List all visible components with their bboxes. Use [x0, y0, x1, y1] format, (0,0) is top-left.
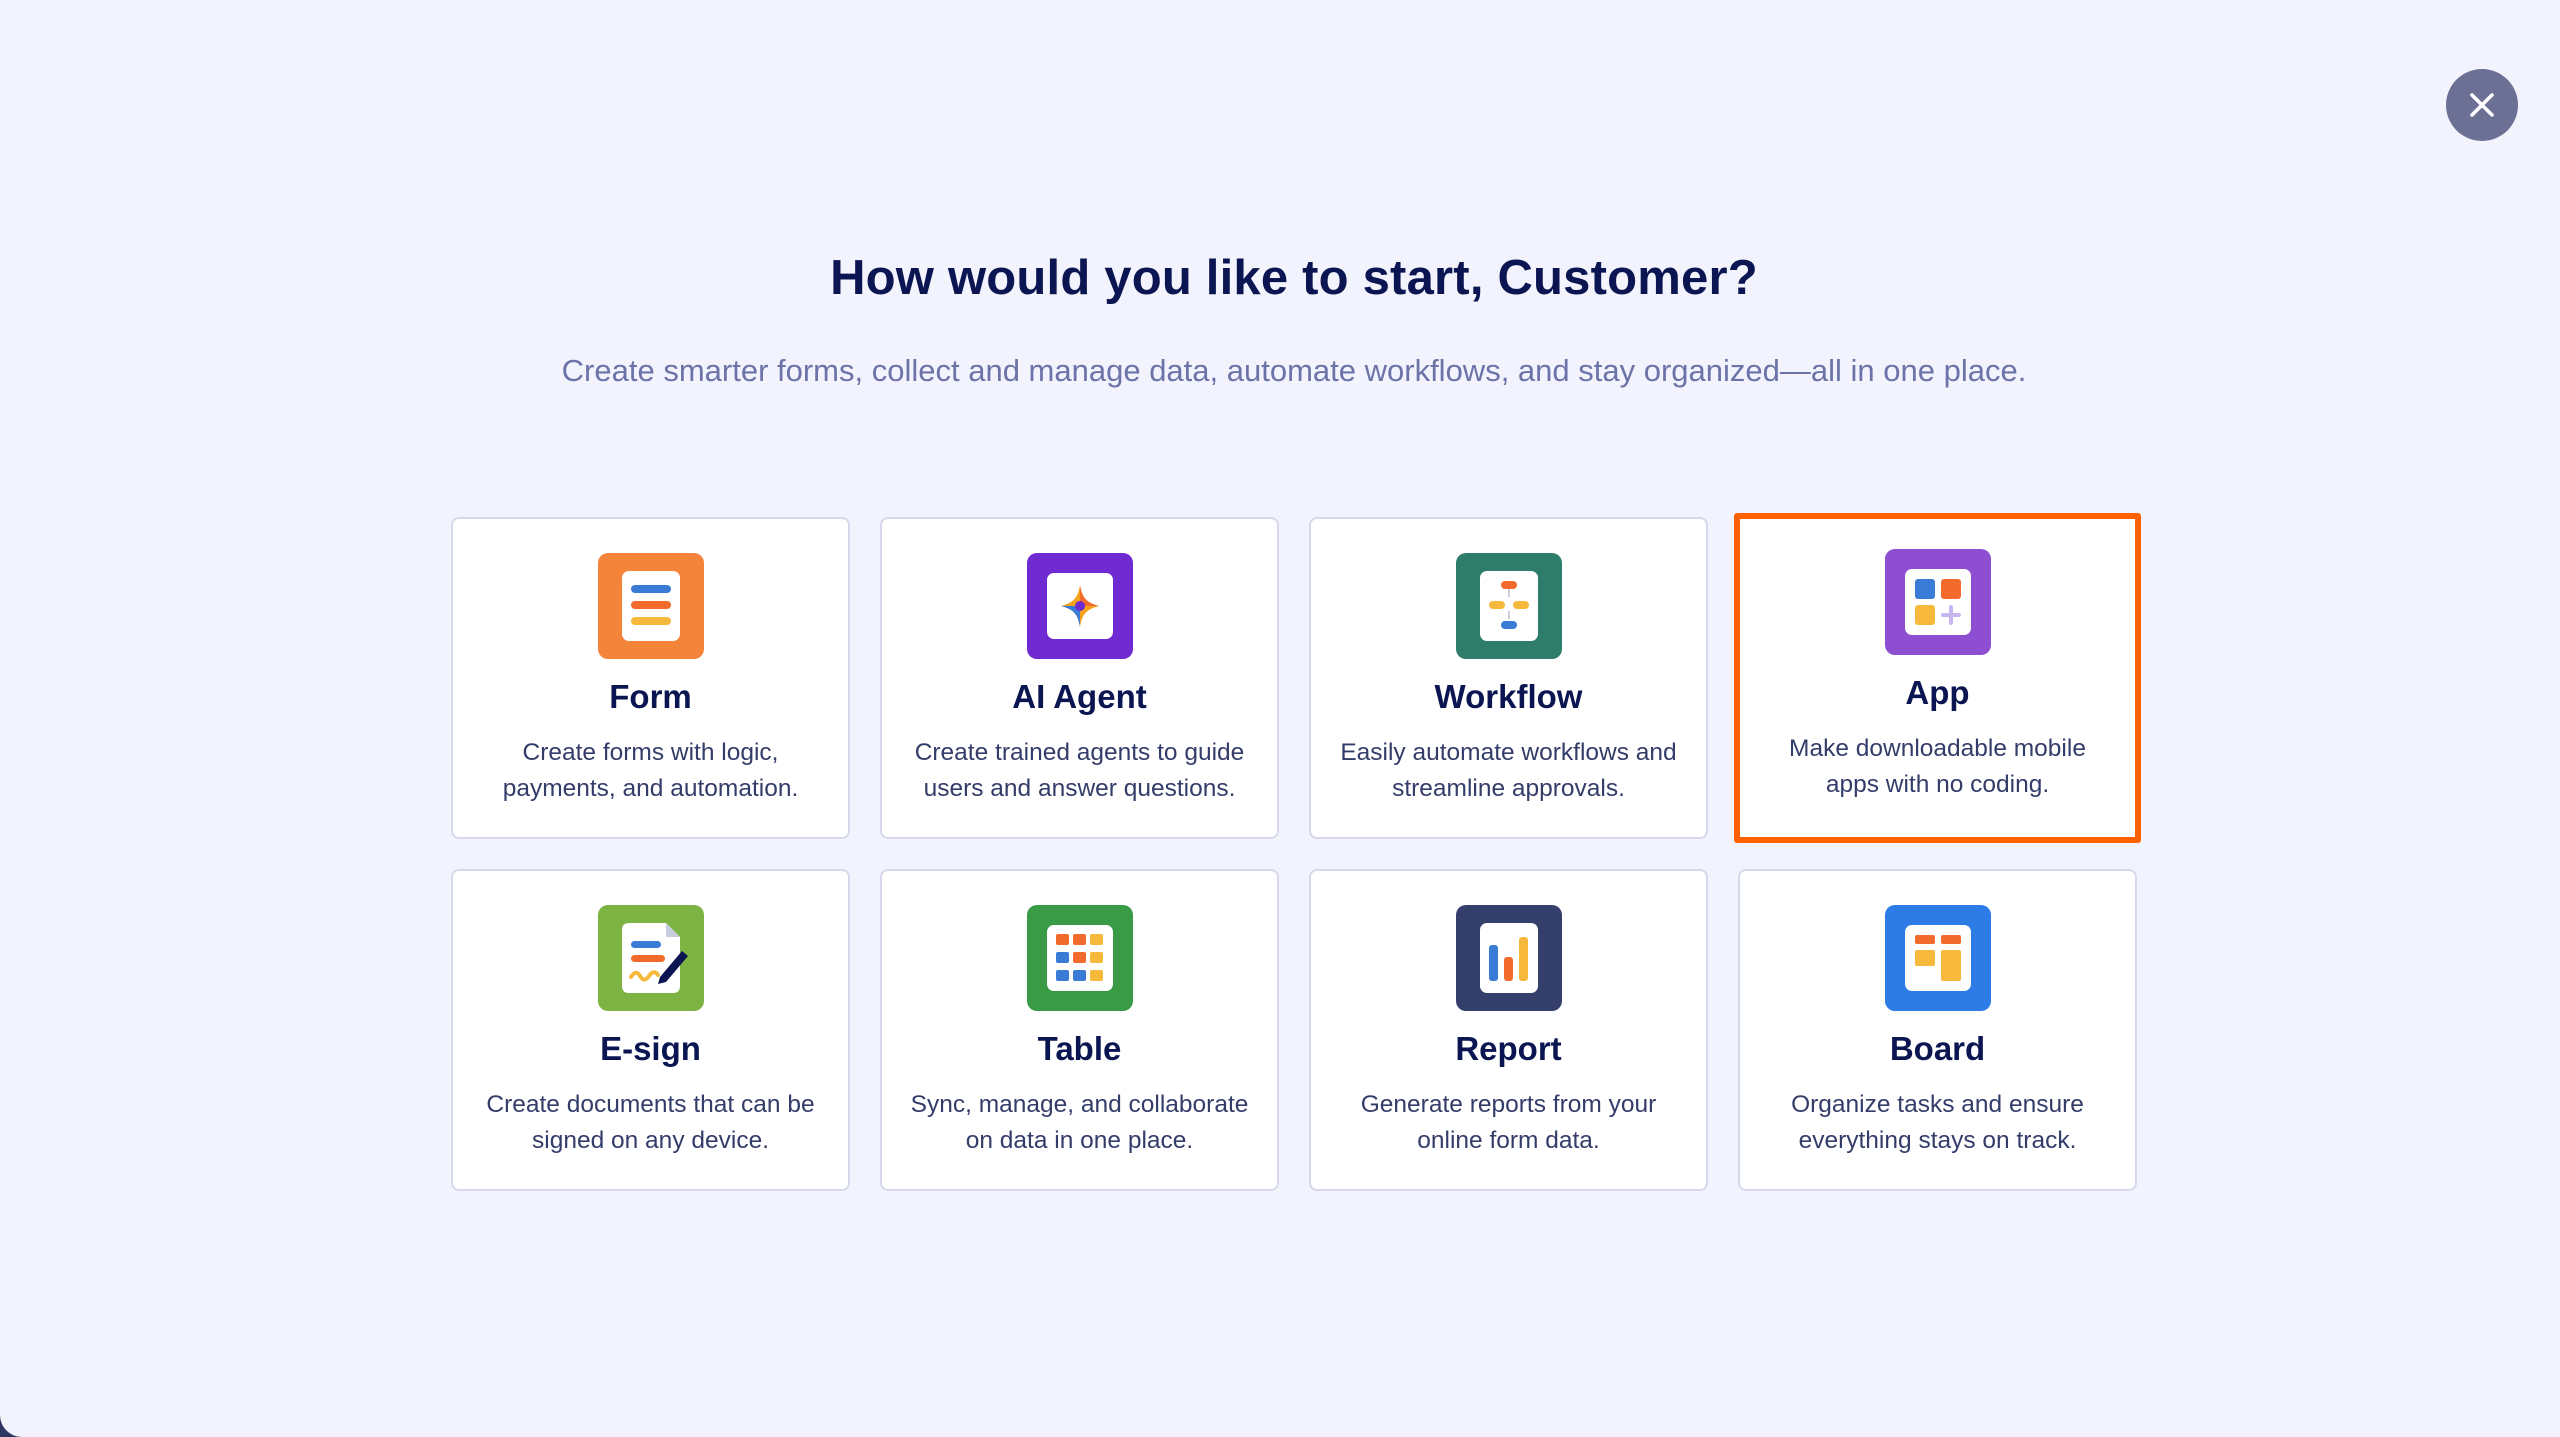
option-card-report[interactable]: Report Generate reports from your online…: [1309, 869, 1708, 1191]
option-card-ai-agent[interactable]: AI Agent Create trained agents to guide …: [880, 517, 1279, 839]
page-title: How would you like to start, Customer?: [830, 251, 1758, 305]
card-description-line: Make downloadable mobile: [1789, 735, 2086, 762]
close-icon: [2470, 93, 2494, 117]
card-description-line: everything stays on track.: [1798, 1127, 2077, 1154]
workflow-icon: [1455, 553, 1562, 659]
card-description-line: on data in one place.: [965, 1127, 1194, 1154]
card-description-line: apps with no coding.: [1825, 771, 2050, 798]
card-title: Form: [609, 678, 692, 715]
card-description-line: Create forms with logic,: [522, 739, 779, 766]
option-card-board[interactable]: Board Organize tasks and ensure everythi…: [1738, 869, 2137, 1191]
form-icon: [597, 553, 704, 659]
card-title: App: [1905, 674, 1970, 711]
report-icon: [1455, 905, 1562, 1011]
card-description-line: Sync, manage, and collaborate: [910, 1091, 1249, 1118]
card-description: Sync, manage, and collaborate on data in…: [900, 1087, 1260, 1159]
card-description-line: online form data.: [1417, 1127, 1600, 1154]
card-title: AI Agent: [1012, 678, 1147, 715]
card-description: Generate reports from your online form d…: [1329, 1087, 1689, 1159]
option-card-e-sign[interactable]: E-sign Create documents that can be sign…: [451, 869, 850, 1191]
card-title: Workflow: [1434, 678, 1583, 715]
card-description-line: Easily automate workflows and: [1340, 739, 1677, 766]
board-icon: [1884, 905, 1991, 1011]
card-description: Create forms with logic, payments, and a…: [471, 735, 831, 807]
card-title: E-sign: [600, 1030, 701, 1067]
card-description: Easily automate workflows and streamline…: [1329, 735, 1689, 807]
option-card-table[interactable]: Table Sync, manage, and collaborate on d…: [880, 869, 1279, 1191]
ai-agent-icon: [1026, 553, 1133, 659]
card-description-line: Organize tasks and ensure: [1791, 1091, 2084, 1118]
card-title: Board: [1889, 1030, 1986, 1067]
card-description-line: users and answer questions.: [923, 775, 1236, 802]
card-title: Table: [1037, 1030, 1122, 1067]
create-modal: How would you like to start, Customer? C…: [0, 0, 2560, 1437]
esign-icon: [597, 905, 704, 1011]
card-description: Make downloadable mobile apps with no co…: [1758, 731, 2118, 803]
option-card-app[interactable]: App Make downloadable mobile apps with n…: [1734, 513, 2141, 843]
card-description-line: streamline approvals.: [1392, 775, 1625, 802]
card-description-line: payments, and automation.: [502, 775, 799, 802]
card-description-line: Generate reports from your: [1360, 1091, 1657, 1118]
app-icon: [1884, 549, 1991, 655]
page-subtitle: Create smarter forms, collect and manage…: [561, 353, 2027, 388]
option-card-workflow[interactable]: Workflow Easily automate workflows and s…: [1309, 517, 1708, 839]
card-description-line: Create documents that can be: [486, 1091, 815, 1118]
card-description: Organize tasks and ensure everything sta…: [1758, 1087, 2118, 1159]
card-description-line: Create trained agents to guide: [914, 739, 1245, 766]
close-button[interactable]: [2446, 69, 2518, 141]
option-grid: Form Create forms with logic, payments, …: [451, 513, 2141, 1191]
card-title: Report: [1455, 1030, 1562, 1067]
card-description-line: signed on any device.: [532, 1127, 769, 1154]
table-icon: [1026, 905, 1133, 1011]
option-card-form[interactable]: Form Create forms with logic, payments, …: [451, 517, 850, 839]
card-description: Create documents that can be signed on a…: [471, 1087, 831, 1159]
card-description: Create trained agents to guide users and…: [900, 735, 1260, 807]
